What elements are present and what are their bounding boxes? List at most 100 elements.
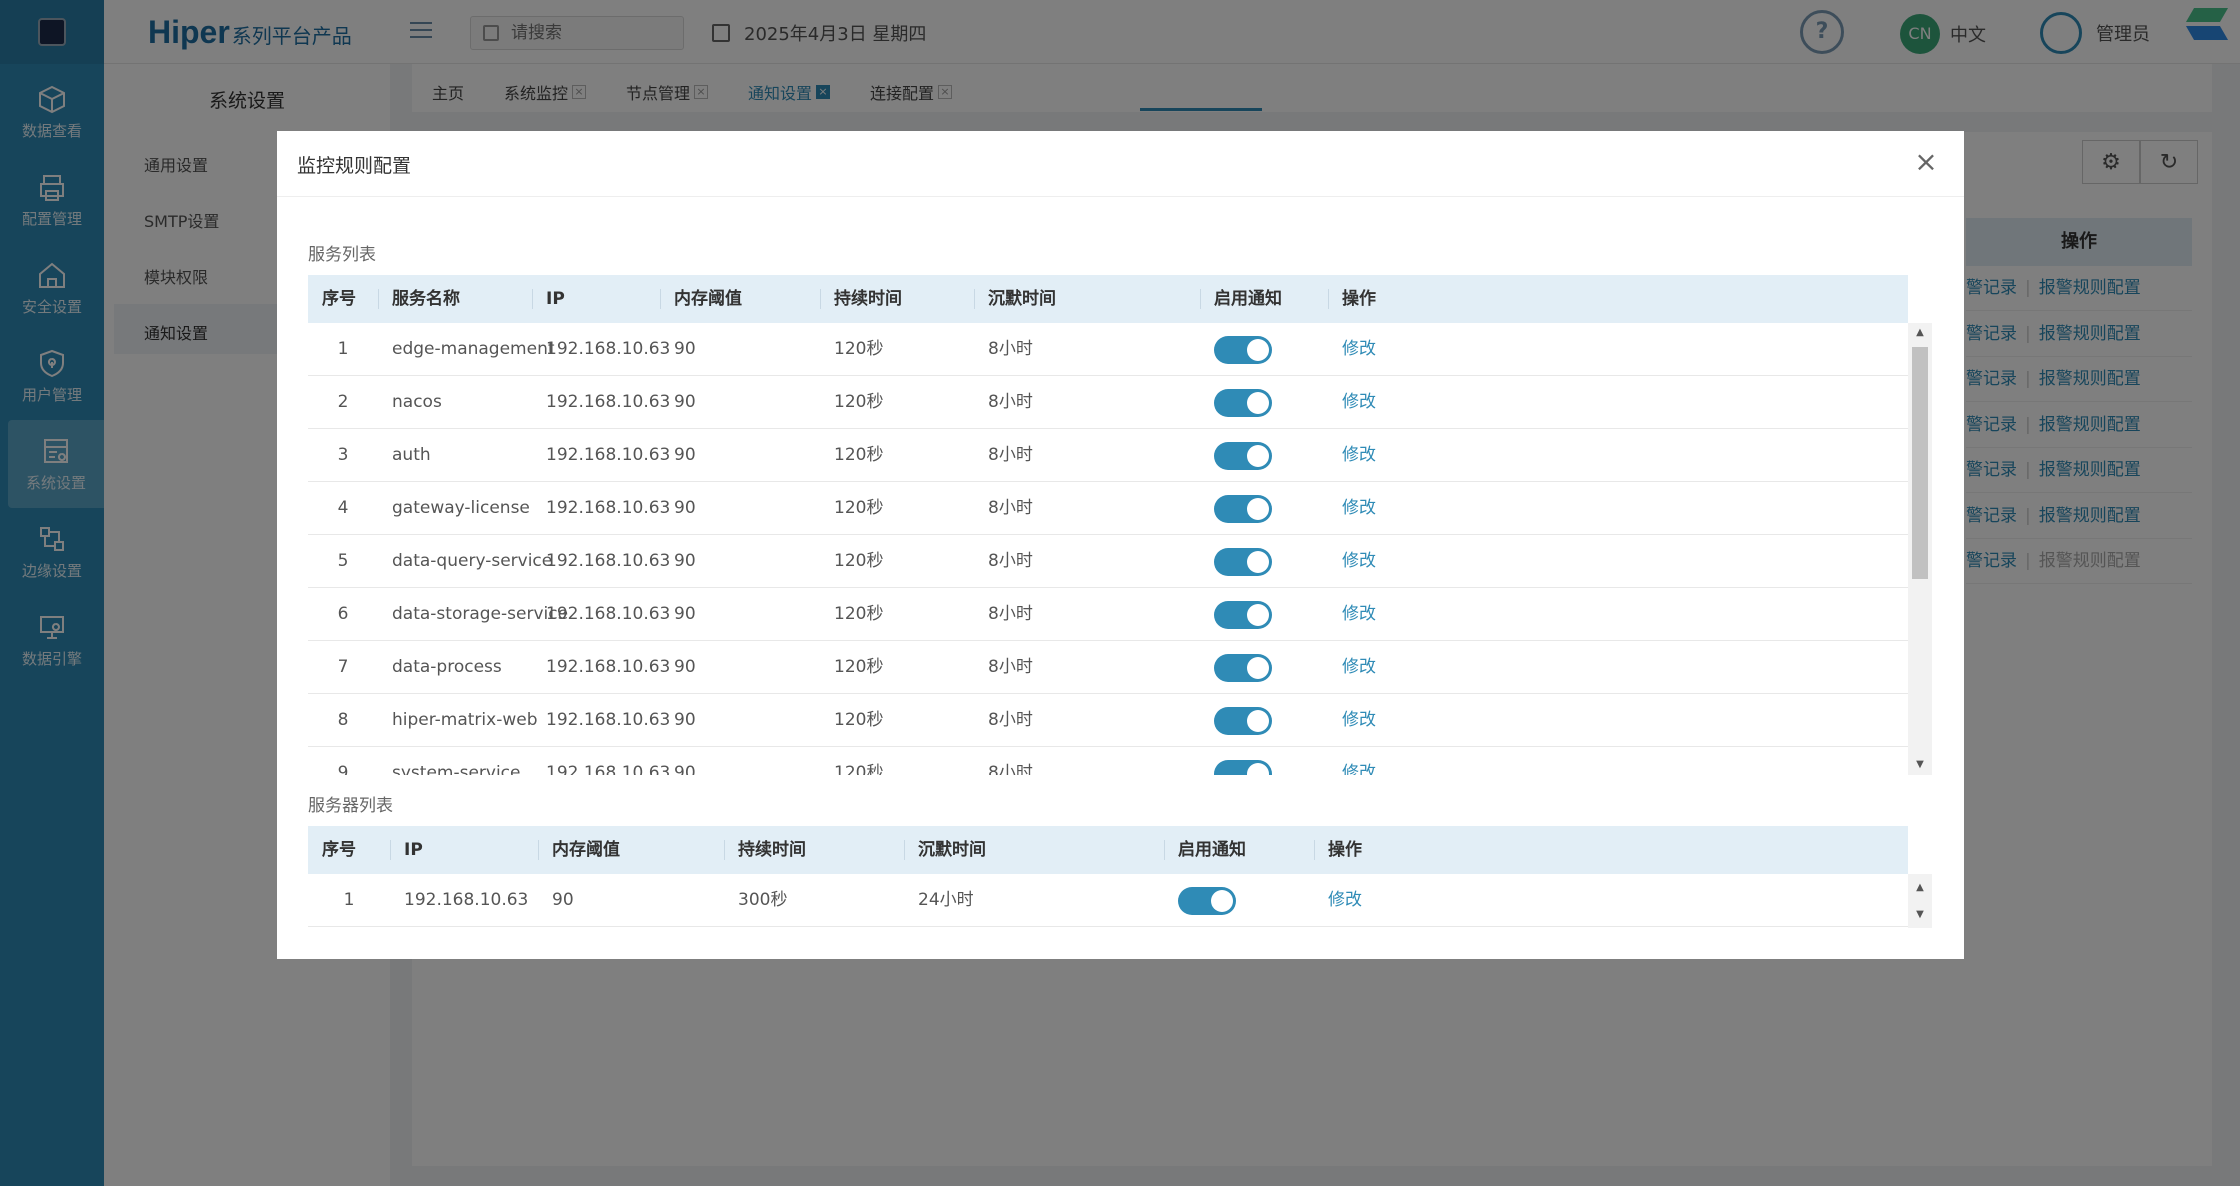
column-header: 操作 bbox=[1314, 826, 1362, 874]
toggle-knob bbox=[1247, 763, 1269, 775]
cell-dur: 300秒 bbox=[738, 890, 788, 910]
cell-mem: 90 bbox=[674, 339, 696, 359]
edit-link[interactable]: 修改 bbox=[1328, 429, 1376, 482]
column-header: 服务名称 bbox=[378, 275, 460, 323]
notify-toggle[interactable] bbox=[1214, 336, 1272, 364]
cell-ip: 192.168.10.63 bbox=[546, 445, 671, 465]
edit-link[interactable]: 修改 bbox=[1314, 874, 1362, 927]
column-header: 操作 bbox=[1328, 275, 1376, 323]
toggle-knob bbox=[1247, 710, 1269, 732]
server-table-body[interactable]: 1 192.168.10.63 90 300秒 24小时 修改 bbox=[308, 874, 1908, 928]
monitor-rule-modal: 监控规则配置 × 服务列表 序号 服务名称 IP 内存阈值 持续时间 沉默时间 启用通知 操作… bbox=[277, 131, 1964, 959]
cell-silent: 24小时 bbox=[918, 890, 974, 910]
cell-ip: 192.168.10.63 bbox=[546, 763, 671, 775]
cell-mem: 90 bbox=[552, 890, 574, 910]
cell-mem: 90 bbox=[674, 657, 696, 677]
edit-link[interactable]: 修改 bbox=[1328, 323, 1376, 376]
notify-toggle[interactable] bbox=[1214, 654, 1272, 682]
edit-link[interactable]: 修改 bbox=[1328, 535, 1376, 588]
cell-ip: 192.168.10.63 bbox=[546, 710, 671, 730]
cell-name: gateway-license bbox=[392, 498, 530, 518]
service-table-header: 序号 服务名称 IP 内存阈值 持续时间 沉默时间 启用通知 操作 bbox=[308, 275, 1908, 323]
cell-no: 7 bbox=[337, 657, 349, 677]
notify-toggle[interactable] bbox=[1214, 495, 1272, 523]
notify-toggle[interactable] bbox=[1214, 442, 1272, 470]
toggle-knob bbox=[1247, 339, 1269, 361]
cell-dur: 120秒 bbox=[834, 339, 884, 359]
cell-silent: 8小时 bbox=[988, 498, 1033, 518]
scroll-down-icon[interactable]: ▼ bbox=[1908, 755, 1932, 775]
table-row: 7 data-process 192.168.10.63 90 120秒 8小时 修改 bbox=[308, 641, 1908, 694]
service-table-scrollbar[interactable]: ▲ ▼ bbox=[1908, 323, 1932, 775]
cell-no: 3 bbox=[337, 445, 349, 465]
cell-name: auth bbox=[392, 445, 431, 465]
modal-header: 监控规则配置 × bbox=[277, 131, 1964, 197]
scrollbar-thumb[interactable] bbox=[1912, 347, 1928, 579]
toggle-knob bbox=[1247, 604, 1269, 626]
service-table: 序号 服务名称 IP 内存阈值 持续时间 沉默时间 启用通知 操作 1 edge-managem… bbox=[308, 275, 1932, 775]
column-header: 内存阈值 bbox=[660, 275, 742, 323]
scroll-up-icon[interactable]: ▲ bbox=[1908, 323, 1932, 343]
service-table-body[interactable]: 1 edge-management 192.168.10.63 90 120秒 8小时 修改… bbox=[308, 323, 1908, 775]
cell-ip: 192.168.10.63 bbox=[546, 657, 671, 677]
table-row: 8 hiper-matrix-web 192.168.10.63 90 120秒 8小时 修… bbox=[308, 694, 1908, 747]
toggle-knob bbox=[1247, 657, 1269, 679]
cell-dur: 120秒 bbox=[834, 551, 884, 571]
notify-toggle[interactable] bbox=[1214, 548, 1272, 576]
edit-link[interactable]: 修改 bbox=[1328, 482, 1376, 535]
cell-ip: 192.168.10.63 bbox=[546, 392, 671, 412]
table-row: 1 192.168.10.63 90 300秒 24小时 修改 bbox=[308, 874, 1908, 927]
notify-toggle[interactable] bbox=[1214, 707, 1272, 735]
scroll-down-icon[interactable]: ▼ bbox=[1908, 901, 1932, 928]
edit-link[interactable]: 修改 bbox=[1328, 641, 1376, 694]
table-row: 6 data-storage-service 192.168.10.63 90 120秒… bbox=[308, 588, 1908, 641]
server-table-scrollbar[interactable]: ▲ ▼ bbox=[1908, 874, 1932, 928]
cell-dur: 120秒 bbox=[834, 710, 884, 730]
edit-link[interactable]: 修改 bbox=[1328, 588, 1376, 641]
cell-ip: 192.168.10.63 bbox=[546, 498, 671, 518]
cell-silent: 8小时 bbox=[988, 445, 1033, 465]
cell-dur: 120秒 bbox=[834, 763, 884, 775]
notify-toggle[interactable] bbox=[1214, 760, 1272, 775]
column-header: 持续时间 bbox=[724, 826, 806, 874]
table-row: 5 data-query-service 192.168.10.63 90 120秒 8小… bbox=[308, 535, 1908, 588]
table-row: 2 nacos 192.168.10.63 90 120秒 8小时 修改 bbox=[308, 376, 1908, 429]
column-header: IP bbox=[390, 826, 423, 874]
column-header: 内存阈值 bbox=[538, 826, 620, 874]
edit-link[interactable]: 修改 bbox=[1328, 694, 1376, 747]
cell-name: data-query-service bbox=[392, 551, 553, 571]
cell-mem: 90 bbox=[674, 551, 696, 571]
edit-link[interactable]: 修改 bbox=[1328, 376, 1376, 429]
cell-dur: 120秒 bbox=[834, 445, 884, 465]
cell-mem: 90 bbox=[674, 710, 696, 730]
cell-mem: 90 bbox=[674, 763, 696, 775]
modal-title: 监控规则配置 bbox=[297, 155, 412, 177]
close-icon[interactable]: × bbox=[1912, 148, 1940, 177]
cell-ip: 192.168.10.63 bbox=[546, 339, 671, 359]
column-header: 启用通知 bbox=[1164, 826, 1246, 874]
table-row: 9 system-service 192.168.10.63 90 120秒 8小时 修改 bbox=[308, 747, 1908, 775]
column-header: 序号 bbox=[322, 840, 356, 860]
notify-toggle[interactable] bbox=[1214, 389, 1272, 417]
toggle-knob bbox=[1247, 551, 1269, 573]
notify-toggle[interactable] bbox=[1178, 887, 1236, 915]
cell-name: hiper-matrix-web bbox=[392, 710, 538, 730]
scroll-up-icon[interactable]: ▲ bbox=[1908, 874, 1932, 901]
service-list-label: 服务列表 bbox=[308, 245, 376, 265]
column-header: 启用通知 bbox=[1200, 275, 1282, 323]
cell-ip: 192.168.10.63 bbox=[546, 551, 671, 571]
notify-toggle[interactable] bbox=[1214, 601, 1272, 629]
cell-silent: 8小时 bbox=[988, 657, 1033, 677]
toggle-knob bbox=[1211, 890, 1233, 912]
table-row: 3 auth 192.168.10.63 90 120秒 8小时 修改 bbox=[308, 429, 1908, 482]
cell-dur: 120秒 bbox=[834, 604, 884, 624]
cell-silent: 8小时 bbox=[988, 551, 1033, 571]
column-header: IP bbox=[532, 275, 565, 323]
cell-dur: 120秒 bbox=[834, 657, 884, 677]
cell-silent: 8小时 bbox=[988, 710, 1033, 730]
edit-link[interactable]: 修改 bbox=[1328, 747, 1376, 775]
cell-no: 1 bbox=[343, 890, 355, 910]
column-header: 持续时间 bbox=[820, 275, 902, 323]
cell-name: data-process bbox=[392, 657, 502, 677]
server-table-header: 序号 IP 内存阈值 持续时间 沉默时间 启用通知 操作 bbox=[308, 826, 1908, 874]
